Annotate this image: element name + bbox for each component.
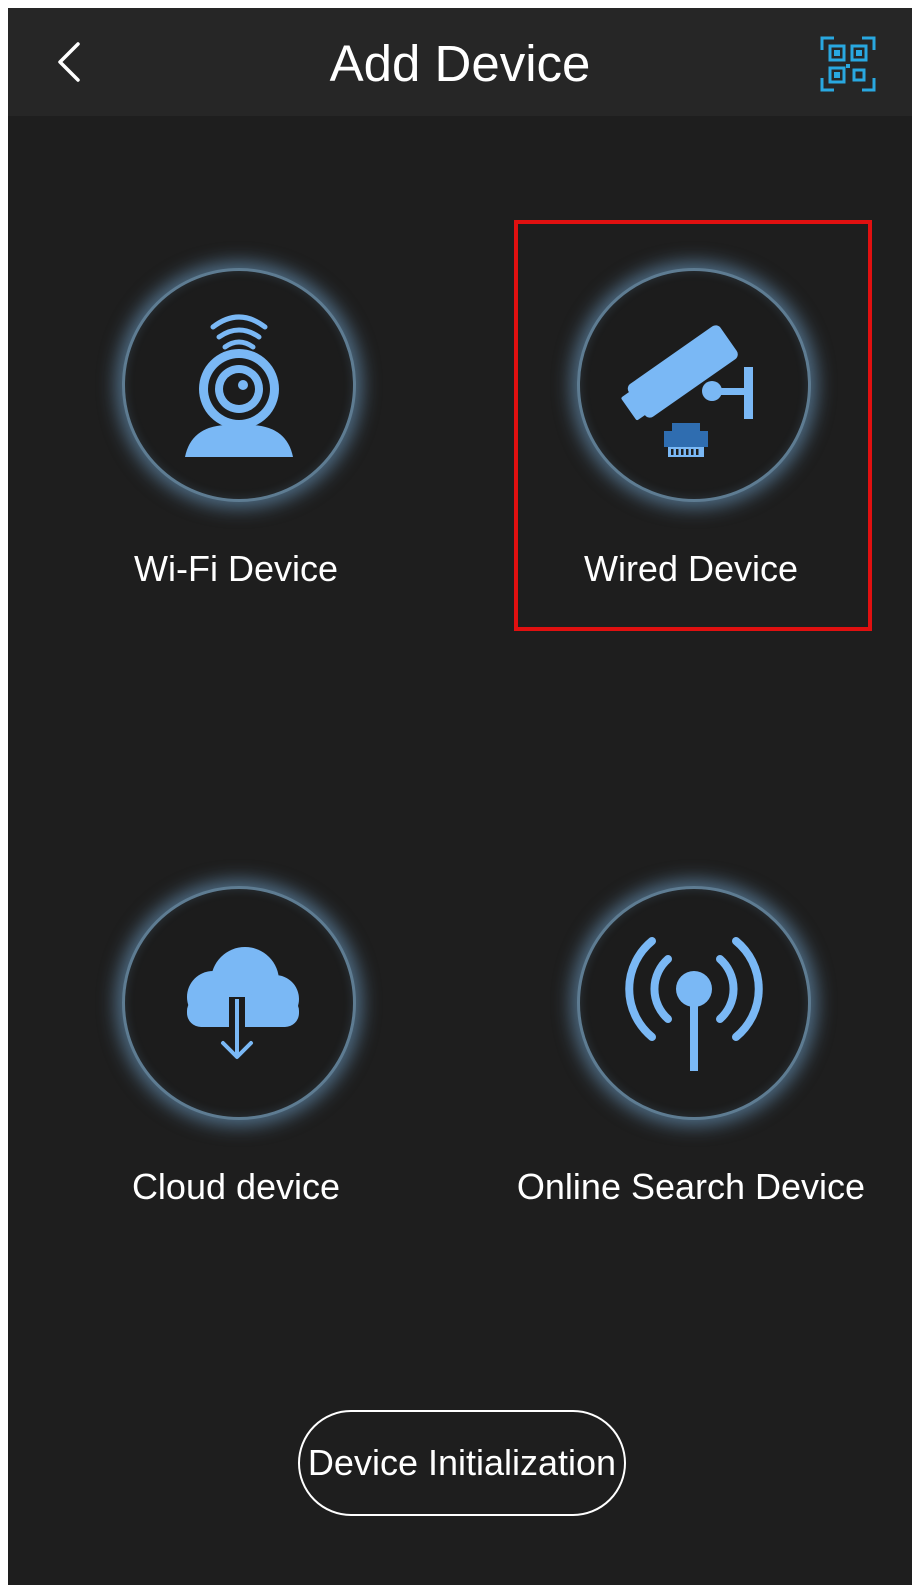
tile-online-search-device[interactable]: Online Search Device	[491, 886, 891, 1226]
tile-label: Cloud device	[131, 1166, 341, 1207]
broadcast-signal-icon	[625, 937, 763, 1071]
device-initialization-button[interactable]: Device Initialization	[298, 1410, 626, 1516]
qr-scan-button[interactable]	[820, 36, 876, 92]
tile-label: Wi-Fi Device	[134, 548, 338, 589]
wifi-camera-icon	[185, 314, 293, 457]
top-bar: Add Device	[8, 8, 912, 116]
cloud-device-circle	[122, 886, 356, 1120]
wifi-device-circle	[122, 268, 356, 502]
cloud-download-icon	[187, 947, 299, 1059]
tile-cloud-device[interactable]: Cloud device	[36, 886, 436, 1226]
tile-wifi-device[interactable]: Wi-Fi Device	[36, 268, 436, 608]
tile-label: Wired Device	[583, 548, 799, 589]
tile-wired-device[interactable]: Wired Device	[491, 268, 891, 608]
wired-device-circle	[577, 268, 811, 502]
online-search-device-circle	[577, 886, 811, 1120]
qr-scan-icon	[820, 36, 876, 92]
tile-label: Online Search Device	[516, 1166, 866, 1207]
app-screen: Add Device Wi-Fi Device Wired Device Clo…	[8, 8, 912, 1585]
page-title: Add Device	[329, 35, 591, 92]
wired-camera-icon	[621, 325, 753, 457]
